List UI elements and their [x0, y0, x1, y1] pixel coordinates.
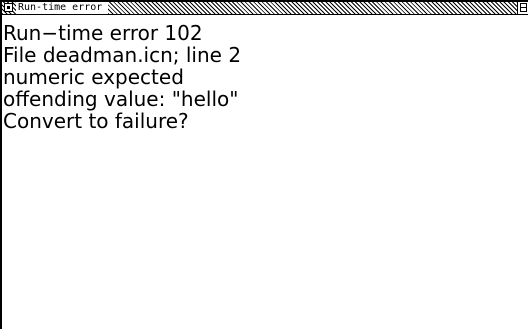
close-box-dot: [7, 6, 10, 9]
zoom-box-inner: [520, 3, 527, 12]
zoom-box-icon[interactable]: [517, 2, 528, 14]
title-bar[interactable]: Run-time error: [2, 2, 528, 15]
message-line-file: File deadman.icn; line 2: [3, 43, 242, 67]
message-line-prompt: Convert to failure?: [3, 109, 189, 133]
close-box-icon[interactable]: [4, 3, 13, 12]
error-window: Run-time error Run−time error 102 File d…: [0, 0, 528, 329]
error-message: Run−time error 102 File deadman.icn; lin…: [3, 22, 523, 132]
window-title: Run-time error: [16, 2, 109, 14]
message-line-reason: numeric expected: [3, 65, 184, 89]
message-line-offending-value: offending value: "hello": [3, 87, 239, 111]
message-line-error-code: Run−time error 102: [3, 21, 203, 45]
